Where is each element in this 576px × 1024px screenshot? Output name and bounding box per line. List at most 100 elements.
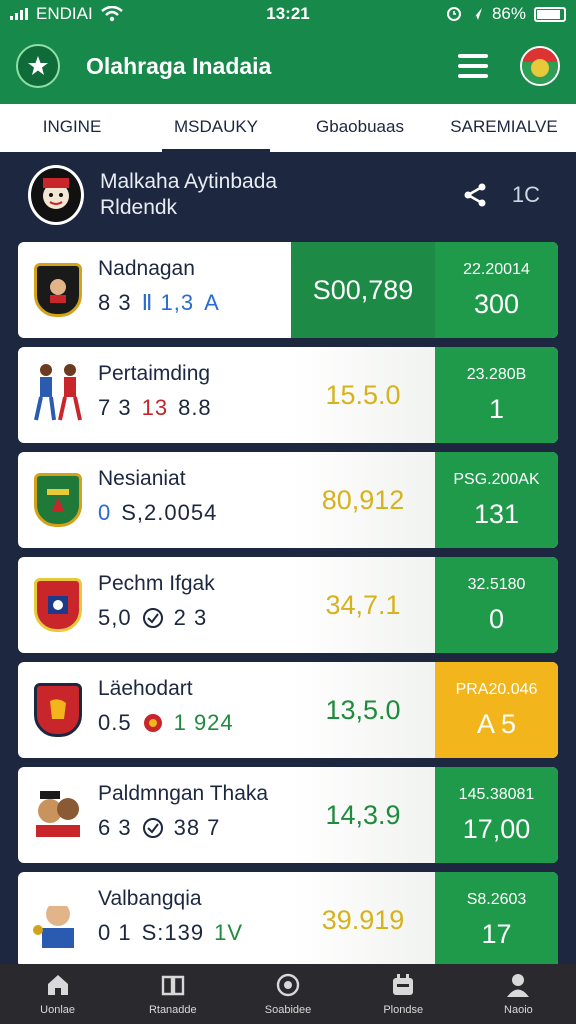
crest-small-icon [142, 712, 164, 734]
stat-value: S,2.0054 [121, 500, 218, 525]
score-value: 13,5.0 [291, 662, 435, 758]
odds-label: 23.280B [466, 365, 527, 383]
nav-item-live[interactable]: Soabidee [230, 964, 345, 1024]
team-crest-icon [34, 473, 82, 527]
score-value: 34,7.1 [291, 557, 435, 653]
team-name: Nadnagan [98, 257, 195, 280]
team-crest-icon [34, 263, 82, 317]
stat-value: 8.8 [178, 395, 212, 420]
match-card[interactable]: Nadnagan 8 3 Ⅱ 1,3 A S00,789 22.20014 300 [18, 242, 558, 338]
team-name: Läehodart [98, 677, 193, 700]
stat-value: 0 [98, 500, 112, 525]
odds-value: 0 [488, 603, 505, 634]
score-value: 14,3.9 [291, 767, 435, 863]
tab-gbaobuaas[interactable]: Gbaobuaas [288, 104, 432, 152]
stat-value: A [204, 290, 220, 315]
nav-item-schedule[interactable]: Rtanadde [115, 964, 230, 1024]
odds-value: 17 [481, 918, 512, 949]
nav-item-stats[interactable]: Plondse [346, 964, 461, 1024]
match-card[interactable]: Pechm Ifgak 5,0 2 3 34,7.1 32.5180 0 [18, 557, 558, 653]
stat-value: S:139 [141, 920, 205, 945]
odds-label: PSG.200AK [453, 470, 540, 488]
match-card[interactable]: Paldmngan Thaka 6 3 38 7 14,3.9 145.38081… [18, 767, 558, 863]
tab-msdauky[interactable]: MSDAUKY [144, 104, 288, 152]
stat-value: 38 7 [173, 815, 221, 840]
stat-value: 7 3 [98, 395, 132, 420]
location-icon [471, 8, 482, 20]
app-title: Olahraga Inadaia [86, 52, 272, 79]
nav-label: Naoio [504, 1004, 533, 1016]
battery-percent: 86% [491, 4, 526, 23]
odds-label: 145.38081 [458, 785, 535, 803]
alarm-icon [446, 7, 461, 21]
stat-value: 5,0 [98, 605, 132, 630]
team-name: Pertaimding [98, 362, 211, 385]
match-card[interactable]: Nesianiat 0 S,2.0054 80,912 PSG.200AK 131 [18, 452, 558, 548]
wifi-icon [100, 6, 123, 22]
league-count: 1C [511, 182, 540, 207]
stat-value: Ⅱ 1,3 [141, 290, 195, 315]
nav-item-home[interactable]: Uonlae [0, 964, 115, 1024]
home-icon [47, 975, 68, 995]
tab-ingine[interactable]: INGINE [0, 104, 144, 152]
profile-avatar[interactable] [520, 46, 560, 86]
stat-value: 0 1 [98, 920, 132, 945]
tab-saremialve[interactable]: SAREMIALVE [432, 104, 576, 152]
nav-label: Uonlae [40, 1004, 76, 1016]
carrier-name: ENDIAI [36, 4, 93, 23]
book-icon [161, 975, 184, 996]
stat-value: 1 924 [173, 710, 234, 735]
nav-label: Rtanadde [148, 1004, 197, 1016]
match-card[interactable]: Pertaimding 7 3 13 8.8 15.5.0 23.280B 1 [18, 347, 558, 443]
stat-value: 8 3 [98, 290, 132, 315]
team-name: Valbangqia [98, 887, 202, 910]
stat-value: 1V [214, 920, 244, 945]
stat-value: 13 [141, 395, 169, 420]
tab-bar: INGINE MSDAUKY Gbaobuaas SAREMIALVE [0, 104, 576, 152]
score-value: 15.5.0 [291, 347, 435, 443]
team-name: Pechm Ifgak [98, 572, 215, 595]
stat-value: 2 3 [173, 605, 208, 630]
menu-icon[interactable] [458, 54, 488, 78]
nav-label: Plondse [383, 1004, 424, 1016]
star-shield-icon [28, 56, 48, 75]
team-crest-icon [34, 578, 82, 632]
calendar-icon [393, 974, 414, 995]
league-header: Malkaha Aytinbada Rldendk 1C [0, 152, 576, 238]
nav-label: Soabidee [264, 1004, 312, 1016]
odds-label: 22.20014 [463, 260, 530, 278]
clock: 13:21 [266, 4, 310, 23]
app-bar: Olahraga Inadaia [0, 28, 576, 104]
odds-value: 17,00 [462, 813, 531, 844]
odds-value: A 5 [476, 708, 517, 739]
odds-value: 131 [473, 498, 520, 529]
bottom-nav: Uonlae Rtanadde Soabidee Plondse Naoio [0, 964, 576, 1024]
check-icon [142, 817, 164, 839]
match-card[interactable]: Läehodart 0.5 1 924 13,5.0 PRA20.046 A 5 [18, 662, 558, 758]
nav-item-profile[interactable]: Naoio [461, 964, 576, 1024]
check-icon [142, 607, 164, 629]
odds-value: 1 [488, 393, 505, 424]
team-mascot-icon [36, 791, 80, 837]
league-name: Malkaha Aytinbada [100, 170, 278, 193]
status-bar: ENDIAI 13:21 86% [0, 0, 576, 28]
player-avatar-icon [33, 898, 74, 948]
players-icon [34, 364, 82, 421]
stat-value: 0.5 [98, 710, 132, 735]
stat-value: 6 3 [98, 815, 132, 840]
odds-label: S8.2603 [466, 890, 527, 908]
league-logo [28, 165, 84, 225]
share-icon[interactable] [460, 180, 490, 210]
app-logo[interactable] [16, 44, 60, 88]
team-name: Paldmngan Thaka [98, 782, 269, 805]
odds-label: 32.5180 [467, 575, 526, 593]
match-card[interactable]: Valbangqia 0 1 S:139 1V 39.919 S8.2603 17 [18, 872, 558, 968]
team-crest-icon [34, 683, 82, 737]
ball-icon [276, 973, 300, 997]
score-value: 39.919 [291, 872, 435, 968]
battery-icon [533, 6, 566, 22]
score-value: S00,789 [291, 242, 435, 338]
person-icon [507, 974, 530, 997]
mascot-icon [43, 178, 69, 209]
match-list: Nadnagan 8 3Ⅱ 1,3 A S00,789 22.20014 300 … [18, 242, 558, 977]
